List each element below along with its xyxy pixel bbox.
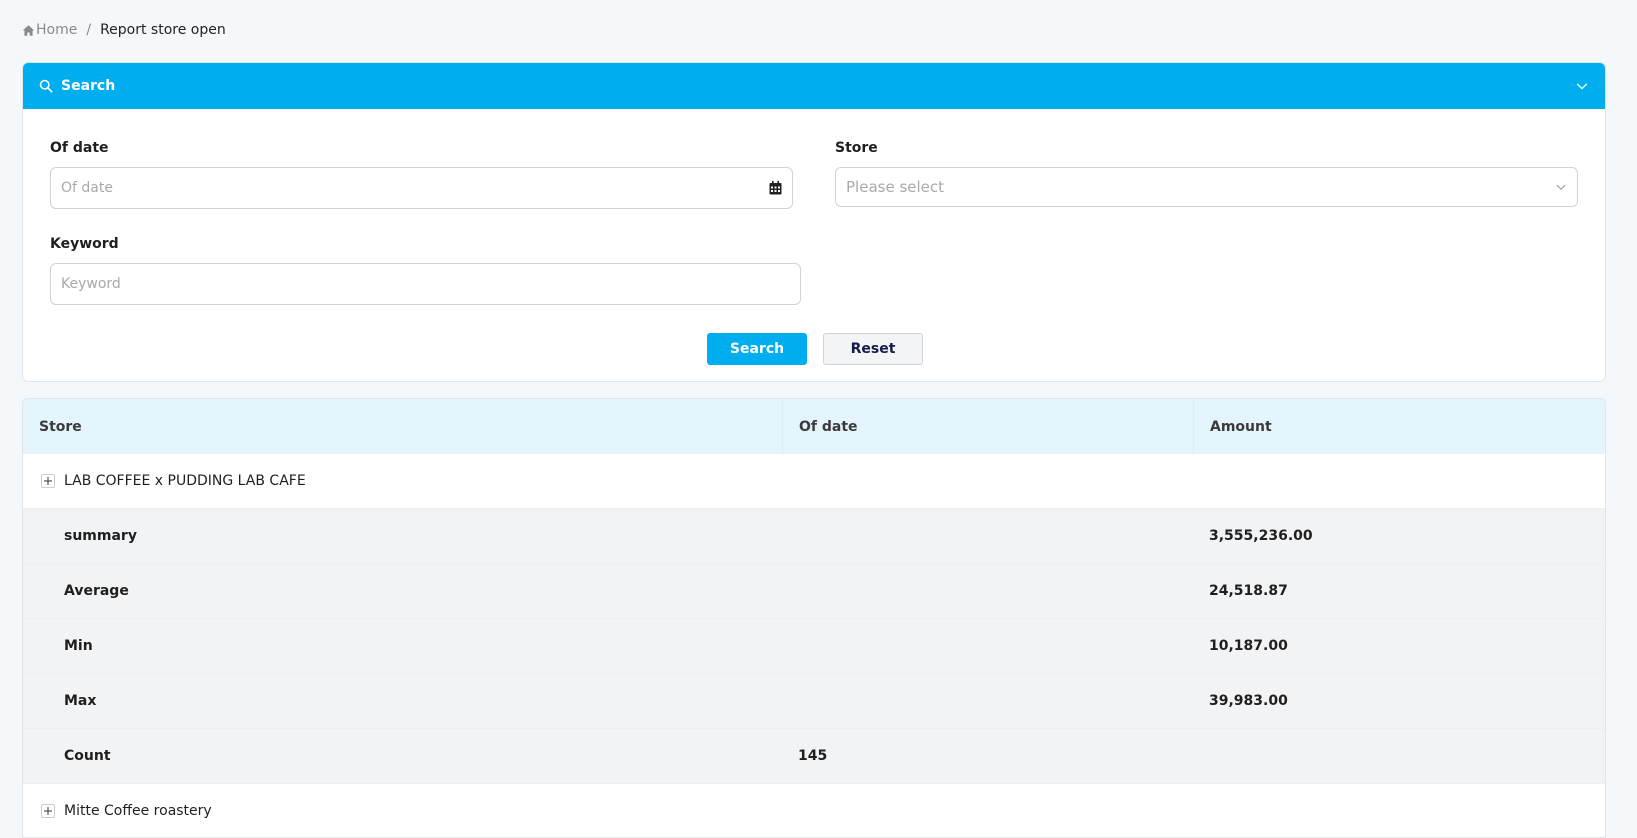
table-header: Store Of date Amount: [23, 399, 1605, 454]
of-date-cell: [782, 454, 1193, 508]
expand-icon[interactable]: [41, 804, 55, 818]
store-cell: LAB COFFEE x PUDDING LAB CAFE: [23, 454, 782, 508]
of-date-input[interactable]: Of date: [50, 167, 793, 209]
stat-amount: 10,187.00: [1209, 638, 1288, 654]
stat-of-date: 145: [798, 748, 828, 764]
stat-amount: 39,983.00: [1209, 693, 1288, 709]
table-group-row[interactable]: LAB COFFEE x PUDDING LAB CAFE: [23, 454, 1605, 509]
stat-amount: 3,555,236.00: [1209, 528, 1313, 544]
keyword-placeholder: Keyword: [61, 276, 121, 292]
of-date-label: Of date: [50, 140, 109, 156]
table-row: Count 145: [23, 729, 1605, 784]
search-button[interactable]: Search: [707, 333, 807, 365]
stat-label: Max: [64, 693, 97, 709]
column-header-of-date[interactable]: Of date: [782, 399, 1193, 454]
search-panel-header[interactable]: Search: [23, 63, 1605, 109]
of-date-placeholder: Of date: [61, 180, 113, 196]
breadcrumb-separator: /: [86, 22, 92, 38]
chevron-down-icon: [1556, 184, 1566, 191]
stat-of-date: [782, 564, 1193, 618]
stat-of-date: [782, 674, 1193, 728]
table-row: Max 39,983.00: [23, 674, 1605, 729]
table-row: summary 3,555,236.00: [23, 509, 1605, 564]
home-icon: [22, 24, 35, 36]
breadcrumb-home-label: Home: [36, 22, 78, 38]
stat-amount: [1193, 729, 1605, 783]
breadcrumb-current: Report store open: [100, 22, 226, 38]
stat-label: summary: [64, 528, 137, 544]
store-select-placeholder: Please select: [846, 178, 945, 196]
breadcrumb-home-link[interactable]: Home: [22, 22, 77, 38]
amount-cell: [1193, 454, 1605, 508]
store-name: Mitte Coffee roastery: [64, 803, 212, 819]
amount-cell: [1193, 784, 1605, 837]
report-table: Store Of date Amount LAB COFFEE x PUDDIN…: [22, 398, 1606, 838]
stat-label: Count: [64, 748, 111, 764]
expand-icon[interactable]: [41, 474, 55, 488]
reset-button[interactable]: Reset: [823, 333, 923, 365]
column-header-amount[interactable]: Amount: [1193, 399, 1605, 454]
store-cell: Mitte Coffee roastery: [23, 784, 782, 837]
table-row: Average 24,518.87: [23, 564, 1605, 619]
search-panel-title: Search: [61, 78, 116, 94]
breadcrumb: Home / Report store open: [22, 22, 226, 38]
table-group-row[interactable]: Mitte Coffee roastery: [23, 784, 1605, 837]
search-panel: Search Of date Of date Store Please sele…: [22, 62, 1606, 382]
column-header-store[interactable]: Store: [23, 399, 782, 454]
stat-of-date: [782, 619, 1193, 673]
store-label: Store: [835, 140, 878, 156]
stat-of-date: [782, 509, 1193, 563]
table-row: Min 10,187.00: [23, 619, 1605, 674]
stat-label: Average: [64, 583, 129, 599]
store-select[interactable]: Please select: [835, 167, 1578, 207]
search-icon: [39, 79, 53, 93]
keyword-input[interactable]: Keyword: [50, 263, 801, 305]
chevron-down-icon[interactable]: [1575, 79, 1589, 93]
calendar-icon[interactable]: [769, 181, 782, 195]
stat-label: Min: [64, 638, 93, 654]
keyword-label: Keyword: [50, 236, 119, 252]
stat-amount: 24,518.87: [1209, 583, 1288, 599]
of-date-cell: [782, 784, 1193, 837]
store-name: LAB COFFEE x PUDDING LAB CAFE: [64, 473, 306, 489]
